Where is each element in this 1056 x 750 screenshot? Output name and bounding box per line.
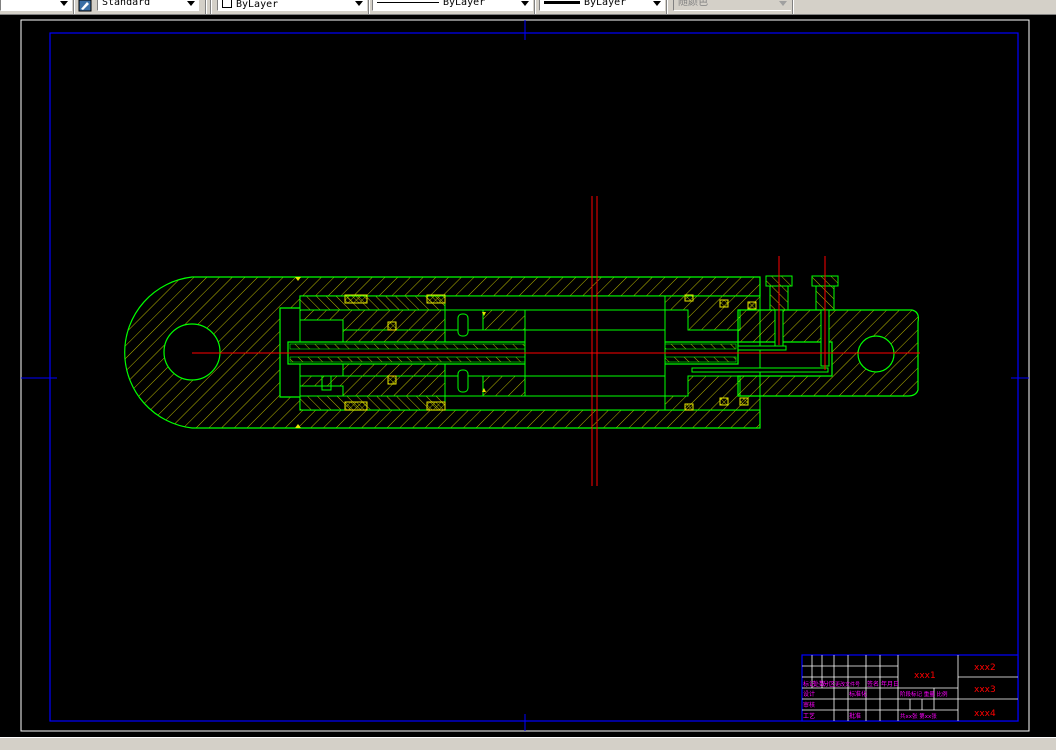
toolbar-separator [205,0,207,14]
previous-dropdown[interactable] [0,0,72,11]
title-row-label-5: 年月日 [881,680,899,688]
gland-upper [482,309,526,331]
oil-passage [691,367,829,373]
lineweight-dropdown[interactable]: ByLayer [539,0,665,11]
chevron-down-icon [355,1,363,6]
toolbar-separator [792,0,794,14]
color-dropdown[interactable]: ByLayer [217,0,367,11]
title-review: 审核 [803,701,815,709]
lineweight-sample-icon [544,0,580,4]
toolbar-separator [534,0,536,14]
chevron-down-icon [653,1,661,6]
rod-slot-upper [457,313,469,337]
toolbar-separator [210,0,212,14]
toolbar-separator [73,0,75,14]
status-bar [0,737,1056,750]
title-code-c: xxx4 [974,709,996,719]
front-pin-hole [857,335,895,373]
cylinder-assembly [124,275,919,429]
toolbar-separator [368,0,370,14]
text-style-icon[interactable] [78,0,92,13]
rod-slot-lower [457,369,469,393]
title-craft: 工艺 [803,712,815,720]
piston-rod-wall-top [289,343,737,350]
chevron-down-icon [60,1,68,6]
piston-lower [299,395,446,411]
toolbar-separator [666,0,668,14]
title-code-b: xxx3 [974,685,996,695]
title-block: xxx1 xxx2 xxx3 xxx4 标记 处数 分区 更改文件号 签名 年月… [801,654,1019,722]
title-stage-label: 阶段标记 重量 比例 [900,690,948,698]
title-row-label-2: 分区 [823,680,835,688]
gland-lower [482,375,526,397]
title-code-a: xxx2 [974,663,996,673]
chevron-down-icon [521,1,529,6]
color-swatch-icon [222,0,232,8]
title-standard: 标准化 [849,690,867,698]
plot-style-dropdown[interactable]: 随颜色 [673,0,791,11]
linetype-dropdown[interactable]: ByLayer [372,0,533,11]
oil-port-fittings [765,275,839,311]
rod-guide-lower [444,375,666,397]
title-design: 设计 [803,690,815,698]
plot-style-value: 随颜色 [678,0,708,8]
piston-rod-wall-bottom [289,356,737,363]
title-approve: 批准 [849,712,861,720]
title-row-label-4: 签名 [867,680,879,688]
rear-pin-hole [163,323,221,381]
linetype-sample-icon [377,1,439,3]
rod-guide-upper [444,309,666,331]
color-value: ByLayer [236,0,279,10]
oil-passage-2 [737,345,787,351]
text-style-dropdown[interactable]: Standard [97,0,199,11]
text-style-value: Standard [102,0,151,8]
properties-toolbar: Standard ByLayer ByLayer ByLayer 随颜色 [0,0,1056,15]
chevron-down-icon [187,1,195,6]
title-scale-text: 共xx张 第xx张 [900,712,937,720]
lineweight-value: ByLayer [584,0,627,8]
linetype-value: ByLayer [443,0,486,8]
drawing-canvas[interactable]: xxx1 xxx2 xxx3 xxx4 标记 处数 分区 更改文件号 签名 年月… [0,14,1056,737]
chevron-down-icon [779,1,787,6]
piston-upper [299,295,446,311]
title-row-label-3: 更改文件号 [835,681,860,688]
title-drawing-name: xxx1 [914,671,936,681]
